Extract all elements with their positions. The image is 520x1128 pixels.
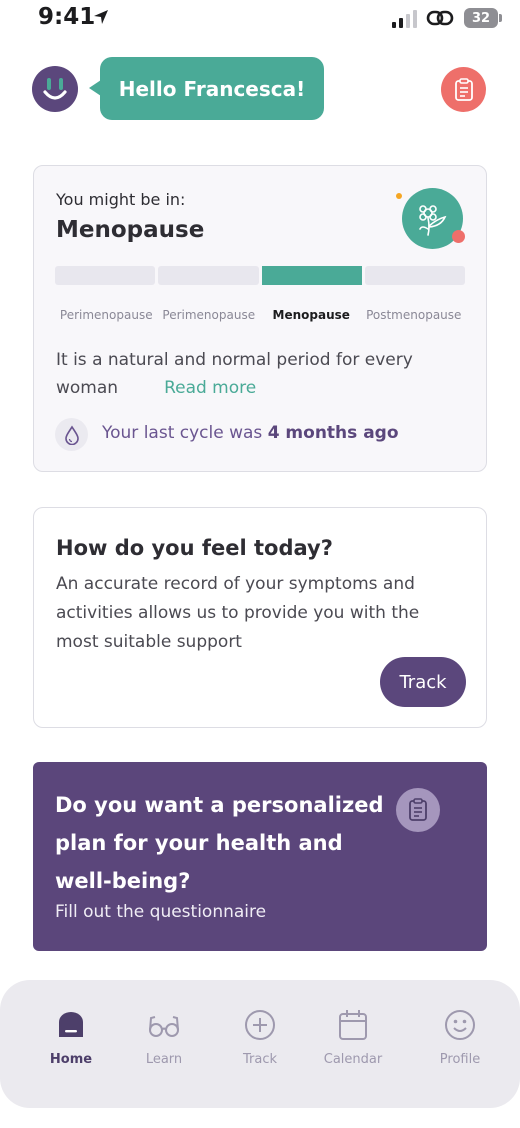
signal-icon (392, 10, 417, 28)
phase-label-active: Menopause (272, 308, 350, 322)
nav-calendar-label: Calendar (323, 1052, 383, 1067)
phase-progress-bar (55, 266, 465, 285)
last-cycle-prefix: Your last cycle was (102, 423, 263, 443)
decorative-dot (396, 193, 402, 199)
feel-today-title: How do you feel today? (56, 536, 333, 560)
home-icon (54, 1008, 88, 1042)
last-cycle-text: Your last cycle was 4 months ago (102, 423, 399, 443)
phase-segment-active (261, 266, 362, 285)
questionnaire-badge (396, 788, 440, 832)
track-button[interactable]: Track (380, 657, 466, 707)
plus-circle-icon (243, 1008, 277, 1042)
nav-profile[interactable]: Profile (415, 1008, 505, 1067)
clipboard-icon (409, 798, 427, 821)
link-icon (426, 10, 454, 26)
stage-title: Menopause (56, 217, 205, 243)
drop-badge (55, 418, 88, 451)
nav-track[interactable]: Track (215, 1008, 305, 1067)
menopause-stage-card: You might be in: Menopause Perimenopause… (33, 165, 487, 472)
clipboard-icon (454, 77, 473, 101)
read-more-link[interactable]: Read more (164, 378, 256, 398)
bottom-navigation: Home Learn Track Calendar Profile (0, 980, 520, 1108)
last-cycle-value: 4 months ago (267, 423, 399, 443)
calendar-icon (336, 1008, 370, 1042)
location-arrow-icon (94, 10, 108, 24)
phase-segment (55, 266, 156, 285)
phase-label: Perimenopause (162, 308, 256, 322)
phase-segment (158, 266, 259, 285)
nav-profile-label: Profile (439, 1052, 481, 1067)
feel-today-card: How do you feel today? An accurate recor… (33, 507, 487, 728)
smiley-icon (443, 1008, 477, 1042)
phase-segment (364, 266, 465, 285)
questionnaire-card[interactable]: Do you want a personalized plan for your… (33, 762, 487, 951)
nav-learn-label: Learn (145, 1052, 183, 1067)
greeting-bubble: Hello Francesca! (100, 57, 324, 120)
status-time: 9:41 (38, 4, 96, 30)
drop-icon (64, 425, 79, 445)
clipboard-button[interactable] (441, 67, 486, 112)
battery-indicator: 32 (464, 8, 498, 28)
phase-label: Postmenopause (366, 308, 462, 322)
smiley-logo-icon[interactable] (32, 66, 78, 112)
questionnaire-subtitle[interactable]: Fill out the questionnaire (55, 902, 266, 922)
feel-today-description: An accurate record of your symptoms and … (56, 574, 420, 652)
stage-description: It is a natural and normal period for ev… (56, 346, 456, 402)
nav-learn[interactable]: Learn (119, 1008, 209, 1067)
app-screen: 9:41 32 Hello Francesca! You might be in… (0, 0, 520, 1128)
nav-home-label: Home (49, 1052, 93, 1067)
phase-label: Perimenopause (59, 308, 153, 322)
questionnaire-title: Do you want a personalized plan for your… (55, 793, 384, 893)
stage-lead-text: You might be in: (56, 190, 186, 209)
phase-labels: Perimenopause Perimenopause Menopause Po… (55, 308, 465, 322)
notification-dot (452, 230, 465, 243)
flower-icon (418, 204, 446, 236)
glasses-icon (147, 1008, 181, 1042)
battery-tip (499, 14, 502, 22)
nav-track-label: Track (242, 1052, 278, 1067)
nav-home[interactable]: Home (26, 1008, 116, 1067)
nav-calendar[interactable]: Calendar (308, 1008, 398, 1067)
